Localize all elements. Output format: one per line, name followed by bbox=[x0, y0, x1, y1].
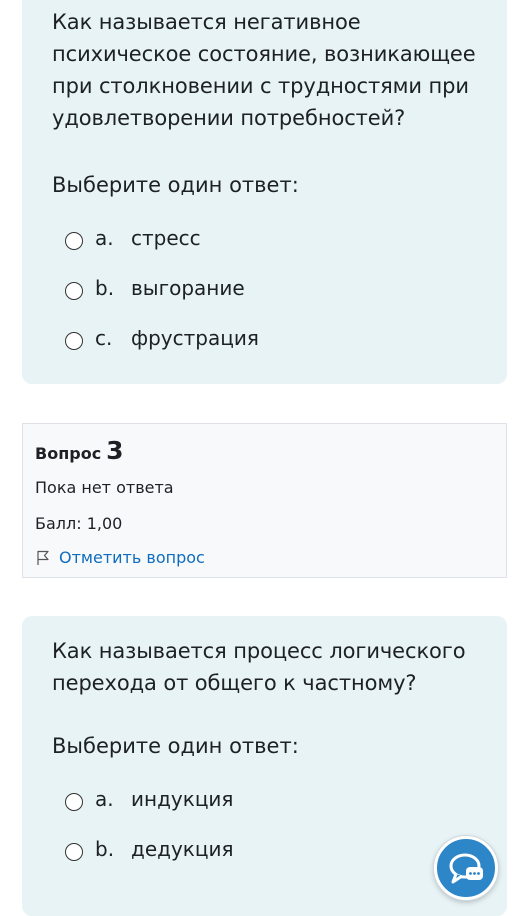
question-number-label: Вопрос bbox=[35, 444, 102, 463]
question-2-content: Как называется негативное психическое со… bbox=[22, 0, 507, 384]
answer-letter: a. bbox=[95, 787, 114, 811]
chat-bubble-icon bbox=[449, 853, 483, 884]
answer-text: стресс bbox=[131, 226, 201, 250]
radio-button[interactable] bbox=[65, 793, 83, 811]
answer-letter: a. bbox=[95, 226, 114, 250]
answer-text: выгорание bbox=[131, 276, 245, 300]
answer-letter: b. bbox=[95, 276, 115, 300]
question-2-answers: a. стресс b. выгорание c. фрустрация bbox=[52, 213, 477, 363]
answer-text: фрустрация bbox=[131, 326, 259, 350]
question-state: Пока нет ответа bbox=[35, 478, 174, 497]
chat-widget-button[interactable] bbox=[434, 836, 498, 900]
question-3-answers: a. индукция b. дедукция bbox=[52, 774, 477, 874]
question-3-text: Как называется процесс логического перех… bbox=[52, 639, 466, 695]
answer-option-b[interactable]: b. выгорание bbox=[52, 263, 477, 313]
radio-button[interactable] bbox=[65, 332, 83, 350]
question-grade: Балл: 1,00 bbox=[35, 514, 123, 533]
radio-button[interactable] bbox=[65, 843, 83, 861]
answer-option-c[interactable]: c. фрустрация bbox=[52, 313, 477, 363]
question-3-info: Вопрос 3 Пока нет ответа Балл: 1,00 Отме… bbox=[22, 423, 507, 578]
question-number: Вопрос 3 bbox=[35, 436, 494, 466]
answer-option-a[interactable]: a. индукция bbox=[52, 774, 477, 824]
flag-question-text[interactable]: Отметить вопрос bbox=[59, 546, 205, 570]
radio-button[interactable] bbox=[65, 282, 83, 300]
question-3-prompt: Выберите один ответ: bbox=[52, 734, 299, 758]
answer-text: индукция bbox=[131, 787, 234, 811]
answer-text: дедукция bbox=[131, 837, 234, 861]
question-2-prompt: Выберите один ответ: bbox=[52, 173, 299, 197]
flag-question-link[interactable]: Отметить вопрос bbox=[35, 546, 494, 570]
answer-option-a[interactable]: a. стресс bbox=[52, 213, 477, 263]
answer-option-b[interactable]: b. дедукция bbox=[52, 824, 477, 874]
question-number-value: 3 bbox=[106, 436, 124, 465]
question-2-text: Как называется негативное психическое со… bbox=[52, 10, 476, 130]
answer-letter: b. bbox=[95, 837, 115, 861]
radio-button[interactable] bbox=[65, 232, 83, 250]
answer-letter: c. bbox=[95, 326, 113, 350]
flag-icon bbox=[37, 550, 49, 565]
